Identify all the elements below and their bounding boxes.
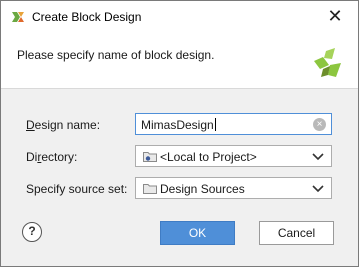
dialog-prompt: Please specify name of block design. xyxy=(17,48,215,62)
chevron-down-icon xyxy=(312,153,324,161)
dialog-header: Please specify name of block design. xyxy=(1,32,358,89)
directory-combobox[interactable]: <Local to Project> xyxy=(135,145,332,167)
folder-icon xyxy=(143,184,157,194)
source-set-combobox[interactable]: Design Sources xyxy=(135,177,332,199)
help-button[interactable]: ? xyxy=(22,222,42,242)
close-icon: ✕ xyxy=(327,6,343,26)
cancel-button[interactable]: Cancel xyxy=(259,221,334,245)
ok-button[interactable]: OK xyxy=(160,221,235,245)
clear-icon[interactable]: × xyxy=(313,118,326,131)
directory-value: <Local to Project> xyxy=(160,150,257,164)
folder-local-icon xyxy=(143,152,157,162)
vivado-app-icon xyxy=(12,12,24,22)
window-title: Create Block Design xyxy=(32,10,142,24)
source-set-value: Design Sources xyxy=(160,182,245,196)
design-name-value: MimasDesign xyxy=(141,118,216,132)
chevron-down-icon xyxy=(312,185,324,193)
vivado-logo-icon xyxy=(314,48,341,77)
text-caret xyxy=(214,118,216,131)
design-name-input[interactable]: MimasDesign × xyxy=(135,113,332,135)
close-button[interactable]: ✕ xyxy=(312,1,358,32)
design-name-label: Design name: xyxy=(26,118,101,132)
directory-label: Directory: xyxy=(26,150,78,164)
title-bar: Create Block Design ✕ xyxy=(1,1,358,32)
source-set-label: Specify source set: xyxy=(26,182,128,196)
create-block-design-dialog: Create Block Design ✕ Please specify nam… xyxy=(0,0,359,267)
